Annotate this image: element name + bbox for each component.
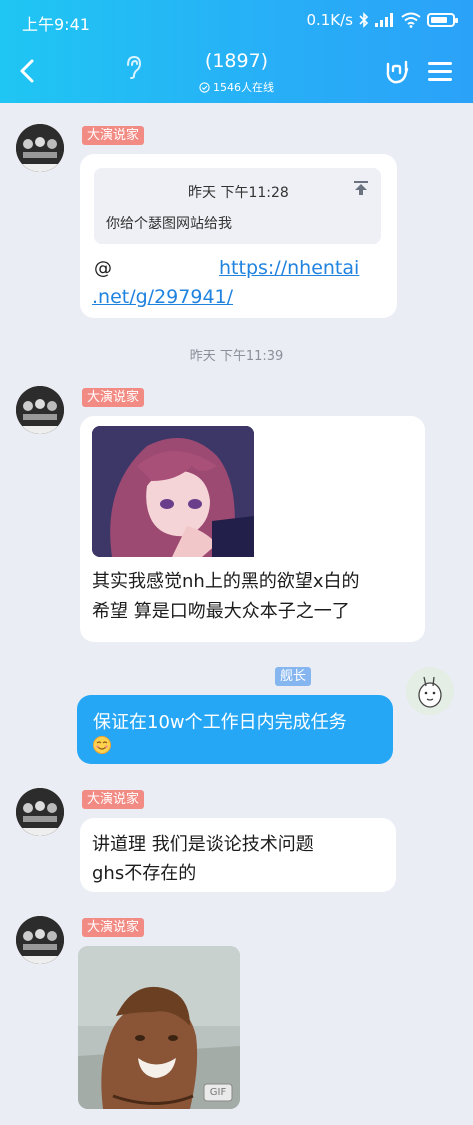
- avatar-image: [16, 124, 64, 172]
- message-text-line2: 希望 算是口吻最大众本子之一了: [92, 601, 350, 622]
- anime-girl-image[interactable]: [92, 426, 254, 557]
- mention-at: @: [94, 258, 112, 279]
- jump-to-quote-icon[interactable]: [353, 180, 369, 196]
- avatar-image: [16, 788, 64, 836]
- sender-tag: 大演说家: [82, 790, 145, 809]
- smiling-face-emoji: [93, 736, 111, 759]
- avatar-image: [16, 916, 64, 964]
- message-bubble[interactable]: 其实我感觉nh上的黑的欲望x白的 希望 算是口吻最大众本子之一了: [80, 416, 425, 642]
- bluetooth-icon: [359, 12, 369, 28]
- status-icons: 0.1K/s: [306, 11, 458, 29]
- wifi-icon: [401, 12, 421, 28]
- chat-header: 上午9:41 0.1K/s (1897) 1546人在线: [0, 0, 473, 103]
- avatar-image: [16, 386, 64, 434]
- online-count-label: 1546人在线: [213, 81, 274, 94]
- avatar-image: [406, 667, 454, 715]
- quote-time: 昨天 下午11:28: [188, 185, 289, 201]
- message-text-line1: 保证在10w个工作日内完成任务: [93, 712, 347, 733]
- sender-tag: 大演说家: [82, 918, 145, 937]
- link-line1[interactable]: https://nhentai: [219, 257, 359, 279]
- time-divider: 昨天 下午11:39: [189, 349, 284, 364]
- battery-icon: [427, 13, 458, 27]
- sender-tag: 大演说家: [82, 388, 145, 407]
- link-line2[interactable]: .net/g/297941/: [92, 286, 233, 308]
- message-bubble[interactable]: 讲道理 我们是谈论技术问题 ghs不存在的: [80, 818, 396, 892]
- status-time: 上午9:41: [22, 15, 90, 34]
- gif-message[interactable]: GIF: [78, 946, 240, 1109]
- message-text-line1: 其实我感觉nh上的黑的欲望x白的: [92, 571, 360, 592]
- sender-tag: 大演说家: [82, 126, 145, 145]
- message-bubble-own[interactable]: 保证在10w个工作日内完成任务: [77, 695, 393, 764]
- check-circle-icon: [199, 81, 210, 93]
- avatar[interactable]: [16, 916, 64, 964]
- net-speed: 0.1K/s: [306, 11, 353, 29]
- avatar[interactable]: [16, 124, 64, 172]
- message-text-line1: 讲道理 我们是谈论技术问题: [92, 834, 314, 855]
- gif-badge: GIF: [209, 1087, 227, 1098]
- status-bar: 上午9:41 0.1K/s: [0, 0, 473, 40]
- avatar[interactable]: [16, 788, 64, 836]
- avatar[interactable]: [16, 386, 64, 434]
- message-text-line2: ghs不存在的: [92, 863, 197, 884]
- hand-sign-icon[interactable]: [384, 59, 410, 85]
- sender-tag: 舰长: [275, 667, 312, 686]
- quoted-message[interactable]: 昨天 下午11:28 你给个瑟图网站给我: [94, 168, 381, 244]
- signal-icon: [375, 13, 393, 27]
- menu-icon[interactable]: [428, 62, 452, 82]
- message-bubble[interactable]: 昨天 下午11:28 你给个瑟图网站给我 @ https://nhentai .…: [80, 154, 397, 318]
- quote-text: 你给个瑟图网站给我: [106, 216, 232, 232]
- avatar[interactable]: [406, 667, 454, 715]
